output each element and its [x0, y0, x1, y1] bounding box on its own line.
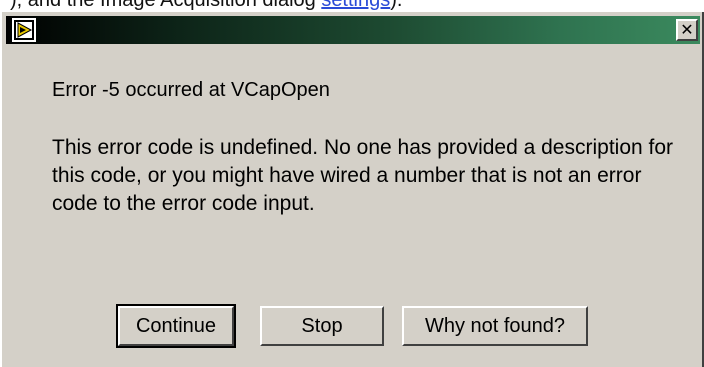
error-heading: Error -5 occurred at VCapOpen — [52, 79, 330, 101]
background-page-fragment: ), and the Image Acquisition dialog sett… — [0, 0, 704, 12]
close-button[interactable]: ✕ — [676, 19, 698, 41]
continue-button[interactable]: Continue — [116, 304, 236, 348]
labview-run-arrow-icon[interactable] — [12, 18, 36, 42]
error-dialog: ✕ Error -5 occurred at VCapOpen This err… — [0, 12, 704, 367]
why-not-found-button[interactable]: Why not found? — [402, 306, 588, 346]
close-icon: ✕ — [680, 20, 694, 39]
error-message: This error code is undefined. No one has… — [52, 136, 674, 215]
background-text: ), and the Image Acquisition dialog sett… — [10, 0, 402, 11]
background-link[interactable]: settings — [321, 0, 390, 11]
background-text-suffix: ). — [390, 0, 403, 11]
title-bar[interactable]: ✕ — [6, 16, 700, 44]
stop-button[interactable]: Stop — [260, 306, 384, 346]
background-text-part: ), and the Image Acquisition dialog — [10, 0, 322, 11]
